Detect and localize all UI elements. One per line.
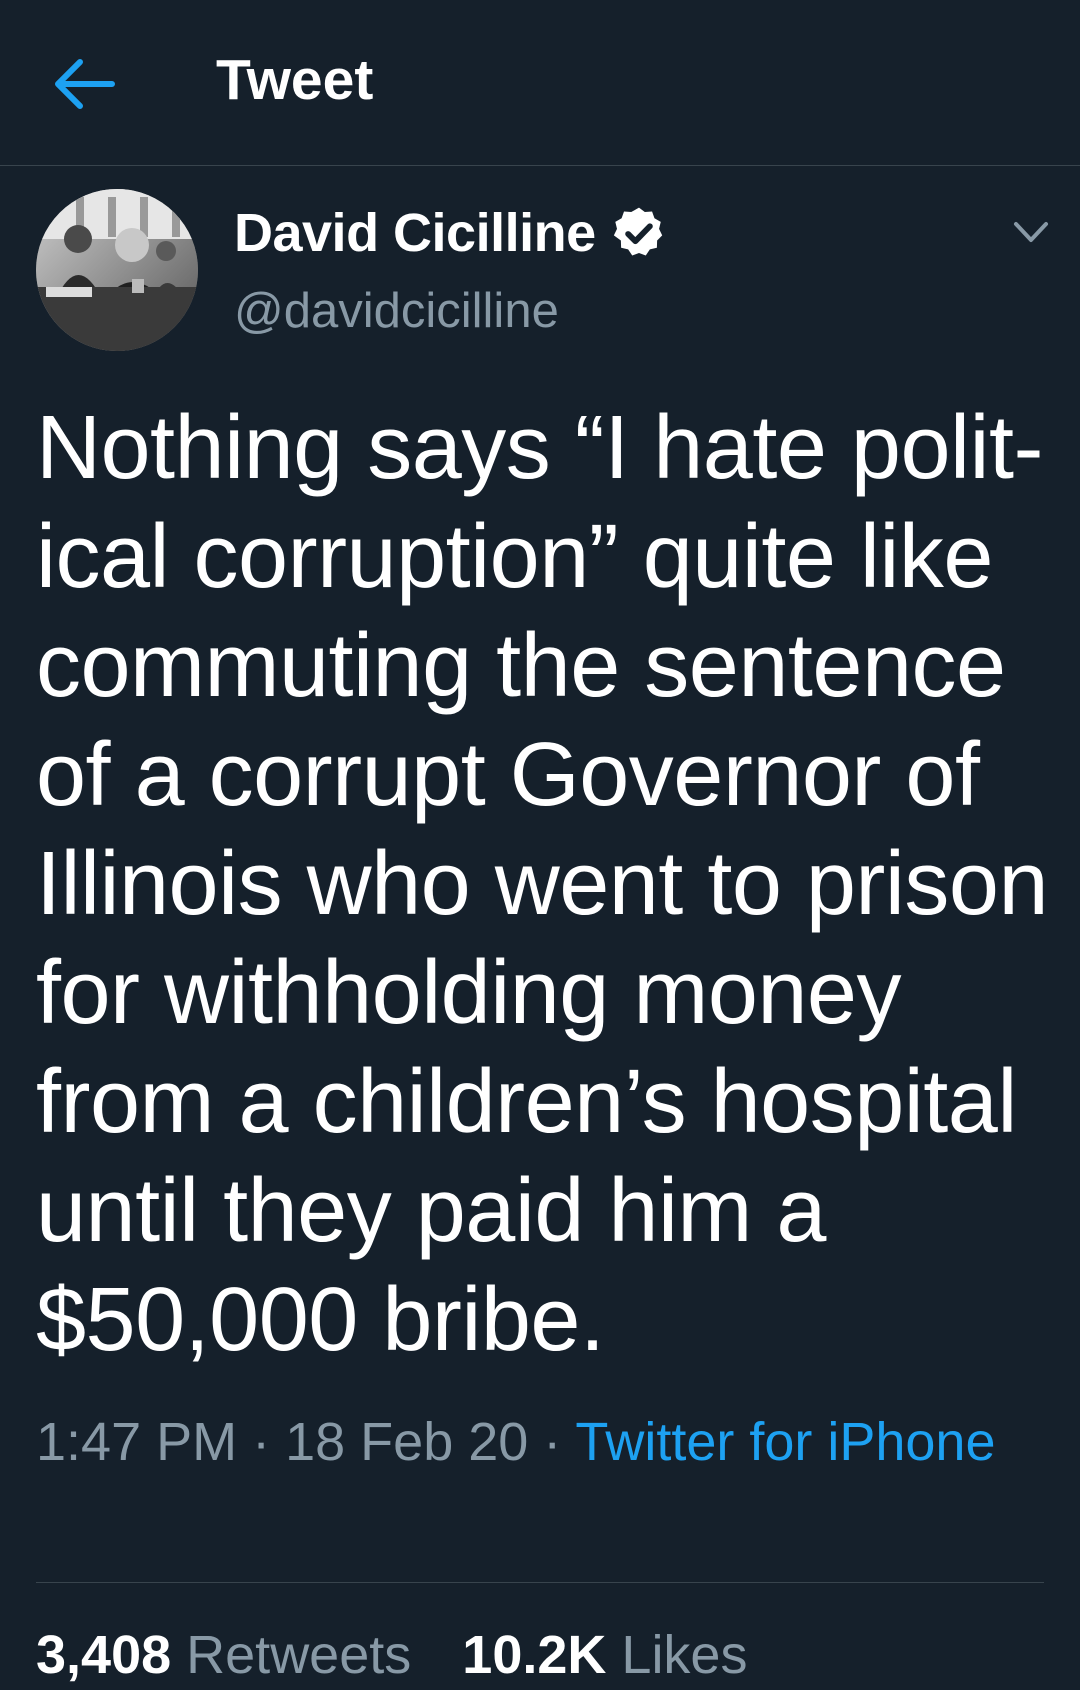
chevron-down-icon (1014, 222, 1048, 242)
retweets-stat[interactable]: 3,408 Retweets (36, 1620, 411, 1690)
meta-separator: · (528, 1412, 576, 1472)
tweet-text: Nothing says “I hate polit- ical corrupt… (36, 398, 1049, 1370)
top-bar: Tweet (0, 0, 1080, 166)
retweets-count: 3,408 (36, 1625, 172, 1685)
tweet-time: 1:47 PM (36, 1412, 238, 1472)
meta-separator: · (237, 1412, 286, 1472)
author-handle[interactable]: @davidcicilline (234, 287, 559, 336)
arrow-left-icon (55, 59, 115, 109)
engagement-stats: 3,408 Retweets 10.2K Likes (36, 1620, 783, 1690)
retweets-label: Retweets (186, 1625, 412, 1685)
tweet-meta: 1:47 PM · 18 Feb 20 · Twitter for iPhone (36, 1403, 1036, 1481)
more-options-button[interactable] (1008, 212, 1054, 252)
avatar[interactable] (36, 189, 198, 351)
back-button[interactable] (52, 56, 118, 112)
tweet-source-link[interactable]: Twitter for iPhone (575, 1412, 995, 1472)
author-display-name[interactable]: David Cicilline (234, 206, 596, 260)
likes-label: Likes (621, 1625, 748, 1685)
verified-badge-icon (613, 207, 662, 256)
page-title: Tweet (216, 48, 374, 112)
divider (36, 1582, 1044, 1583)
avatar-photo (36, 189, 198, 351)
likes-stat[interactable]: 10.2K Likes (462, 1620, 747, 1690)
tweet-date: 18 Feb 20 (285, 1412, 529, 1472)
likes-count: 10.2K (462, 1625, 607, 1685)
author-name-row[interactable]: David Cicilline (234, 204, 668, 262)
